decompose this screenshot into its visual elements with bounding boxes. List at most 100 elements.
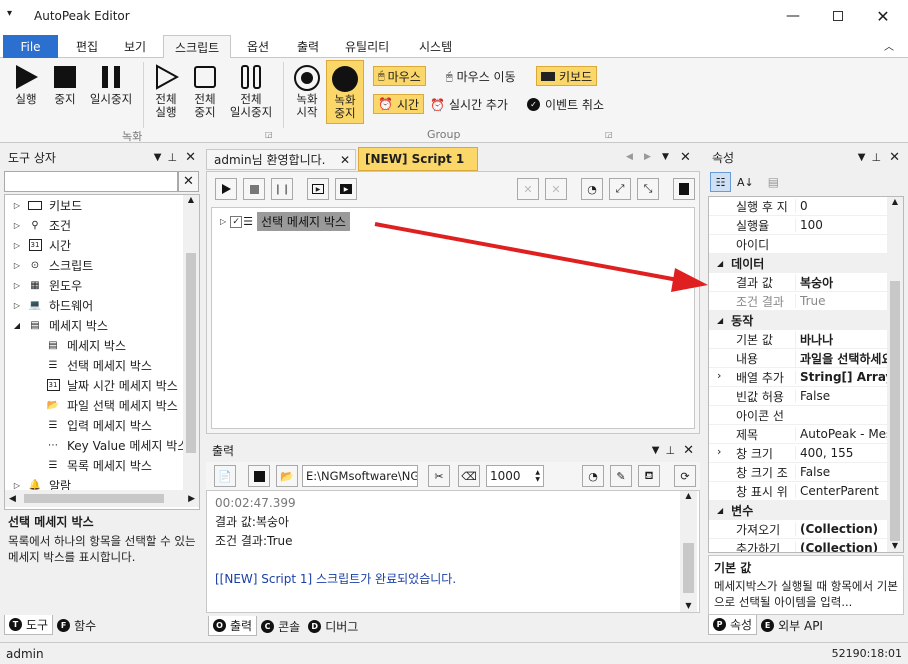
tree-subitem[interactable]: 📂 파일 선택 메세지 박스 [13, 395, 199, 415]
time-toggle[interactable]: ⏰ 시간 [373, 94, 425, 114]
record-start-button[interactable]: 녹화 시작 [290, 64, 324, 119]
save-icon[interactable] [248, 465, 270, 487]
property-row[interactable]: 창 표시 위 CenterParent [709, 482, 903, 501]
stepper-arrows-icon[interactable]: ▲ ▼ [535, 469, 540, 483]
open-folder-button[interactable]: 📂 [276, 465, 298, 487]
collapse-button[interactable]: ⤡ [637, 178, 659, 200]
output-log[interactable]: 00:02:47.399 결과 값:복숭아 조건 결과:True [[NEW] … [206, 490, 700, 613]
close-icon[interactable]: ✕ [683, 443, 694, 458]
mouse-move-button[interactable]: 🖱 마우스 이동 [446, 68, 516, 85]
categorized-icon[interactable]: ☷ [710, 172, 731, 192]
pin-icon[interactable]: ⊥ [666, 444, 676, 457]
tree-item-messagebox[interactable]: ◢ ▤ 메세지 박스 [13, 315, 199, 335]
property-row[interactable]: 아이디 [709, 235, 903, 254]
tab-properties[interactable]: P 속성 [708, 615, 758, 635]
pause-all-button[interactable]: 전체 일시중지 [226, 64, 276, 119]
expand-button[interactable]: ⤢ [609, 178, 631, 200]
dialog-launcher-icon[interactable]: ◲ [265, 130, 273, 139]
output-vscroll[interactable]: ▲ ▼ [680, 491, 697, 612]
toolbox-search-input[interactable] [4, 171, 178, 192]
tab-functions[interactable]: F 함수 [53, 615, 100, 635]
step-button[interactable]: ▶ [307, 178, 329, 200]
property-row[interactable]: 빈값 허용 False [709, 387, 903, 406]
realtime-add-button[interactable]: ⏰ 실시간 추가 [430, 96, 508, 113]
expand-property-icon[interactable]: › [717, 445, 721, 458]
property-row[interactable]: 조건 결과 True [709, 292, 903, 311]
property-row[interactable]: 제목 AutoPeak - Messa [709, 425, 903, 444]
tree-subitem[interactable]: ⋯ Key Value 메세지 박스 [13, 435, 199, 455]
property-row[interactable]: 창 크기 조 False [709, 463, 903, 482]
property-category[interactable]: ◢ 변수 [709, 501, 903, 520]
script-node[interactable]: ▷ ✓ ☰ 선택 메세지 박스 [220, 212, 350, 231]
property-row[interactable]: › 배열 추가 String[] Array [709, 368, 903, 387]
tree-subitem[interactable]: ☰ 목록 메세지 박스 [13, 455, 199, 475]
tree-item-hardware[interactable]: ▷ 💻 하드웨어 [13, 295, 199, 315]
tab-output[interactable]: 출력 [286, 35, 330, 58]
stop-all-button[interactable]: 전체 중지 [187, 64, 223, 119]
minimize-button[interactable]: — [770, 0, 816, 32]
line-count-stepper[interactable]: 1000 ▲ ▼ [486, 465, 544, 487]
property-category[interactable]: ◢ 데이터 [709, 254, 903, 273]
close-icon[interactable]: ✕ [680, 150, 691, 165]
property-grid[interactable]: 실행 후 지 0 실행율 100 아이디 ◢ 데이터 결과 값 복숭아 조건 결과 True ◢ 동작 기… [708, 196, 904, 553]
tab-system[interactable]: 시스템 [408, 35, 463, 58]
pause-button[interactable]: 일시중지 [86, 64, 136, 106]
toolbox-hscroll[interactable]: ◀ ▶ [5, 490, 199, 507]
tree-item-window[interactable]: ▷ ▦ 윈도우 [13, 275, 199, 295]
close-icon[interactable]: ✕ [185, 150, 196, 165]
collapse-category-icon[interactable]: ◢ [717, 316, 723, 325]
property-row[interactable]: 실행율 100 [709, 216, 903, 235]
system-menu-icon[interactable]: ▾ [7, 8, 12, 19]
expand-node-icon[interactable]: ▷ [220, 217, 226, 226]
tab-debug[interactable]: D 디버그 [304, 616, 362, 636]
expand-property-icon[interactable]: › [717, 369, 721, 382]
step-into-button[interactable]: ▶ [335, 178, 357, 200]
property-pages-icon[interactable]: ▤ [768, 175, 779, 189]
tree-subitem[interactable]: ▤ 메세지 박스 [13, 335, 199, 355]
document-menu-icon[interactable]: ▼ [662, 152, 669, 162]
tab-edit[interactable]: 편집 [65, 35, 109, 58]
log-path-input[interactable]: E:\NGMsoftware\NG [302, 465, 418, 487]
tab-console[interactable]: C 콘솔 [257, 616, 304, 636]
timer-button[interactable]: ◔ [581, 178, 603, 200]
toolbox-tree[interactable]: ▷ 키보드 ▷ ⚲ 조건 ▷ 31 시간 ▷ ⊙ 스크립트 ▷ ▦ 윈도우 ▷ 💻 하드웨어 ◢ ▤ 메세… [4, 194, 200, 510]
collapse-ribbon-icon[interactable]: ︿ [884, 38, 894, 53]
tree-item-keyboard[interactable]: ▷ 키보드 [13, 195, 199, 215]
pause-script-button[interactable]: ❙❙ [271, 178, 293, 200]
tree-item-time[interactable]: ▷ 31 시간 [13, 235, 199, 255]
clear-search-button[interactable]: ✕ [178, 171, 199, 192]
fill-button[interactable]: ⛾ [638, 465, 660, 487]
collapse-category-icon[interactable]: ◢ [717, 506, 723, 515]
document-tab-script[interactable]: [NEW] Script 1 [358, 147, 478, 171]
property-row[interactable]: 가져오기 (Collection) [709, 520, 903, 539]
tab-output-log[interactable]: O 출력 [208, 616, 258, 636]
stop-button[interactable]: 중지 [48, 64, 82, 106]
panel-menu-icon[interactable]: ▼ [652, 445, 660, 456]
delete-button[interactable] [673, 178, 695, 200]
brush-button[interactable]: ✎ [610, 465, 632, 487]
run-script-button[interactable] [215, 178, 237, 200]
pin-icon[interactable]: ⊥ [168, 151, 178, 164]
script-canvas[interactable]: ▷ ✓ ☰ 선택 메세지 박스 [211, 207, 695, 429]
record-stop-button[interactable]: 녹화 중지 [326, 60, 364, 124]
property-row[interactable]: 아이콘 선 [709, 406, 903, 425]
close-icon[interactable]: ✕ [889, 150, 900, 165]
tree-subitem[interactable]: ☰ 입력 메세지 박스 [13, 415, 199, 435]
tab-script[interactable]: 스크립트 [163, 35, 232, 59]
tab-utility[interactable]: 유틸리티 [334, 35, 400, 58]
property-row[interactable]: 결과 값 복숭아 [709, 273, 903, 292]
refresh-button[interactable]: ⟳ [674, 465, 696, 487]
tab-options[interactable]: 옵션 [236, 35, 280, 58]
eraser-button[interactable]: ⌫ [458, 465, 480, 487]
close-icon[interactable]: ✕ [340, 153, 350, 167]
tree-item-condition[interactable]: ▷ ⚲ 조건 [13, 215, 199, 235]
tab-file[interactable]: File [3, 35, 58, 58]
tab-view[interactable]: 보기 [113, 35, 157, 58]
new-log-button[interactable]: 📄 [214, 465, 236, 487]
run-button[interactable]: 실행 [8, 64, 44, 106]
tab-tools[interactable]: T 도구 [4, 615, 54, 635]
property-row[interactable]: 추가하기 (Collection) [709, 539, 903, 552]
keyboard-toggle[interactable]: 키보드 [536, 66, 598, 86]
tree-item-script[interactable]: ▷ ⊙ 스크립트 [13, 255, 199, 275]
tree-subitem[interactable]: ☰ 선택 메세지 박스 [13, 355, 199, 375]
